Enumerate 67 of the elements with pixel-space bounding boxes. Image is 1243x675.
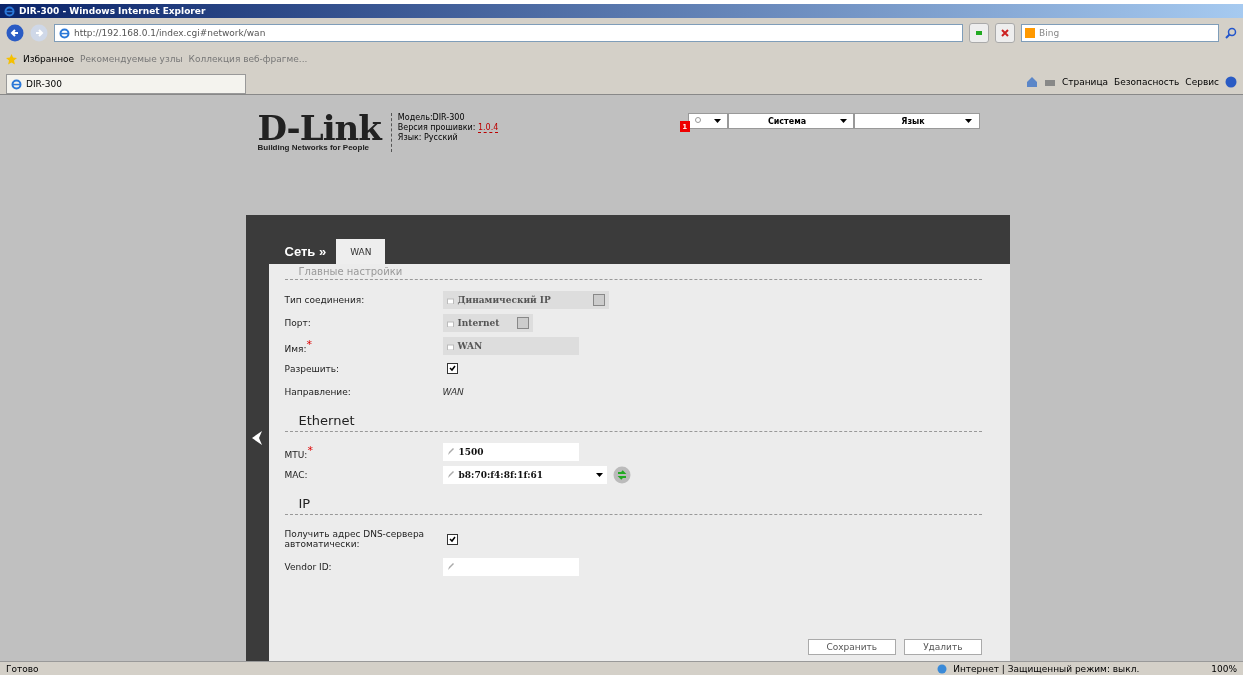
caret-icon: [713, 119, 721, 123]
browser-icon: [11, 78, 22, 90]
home-icon[interactable]: [1025, 76, 1038, 88]
logo-tagline: Building Networks for People: [257, 143, 371, 152]
mac-combo-field[interactable]: b8:70:f4:8f:1f:61: [442, 465, 607, 484]
zone-text: Интернет | Защищенный режим: выкл.: [953, 663, 1140, 674]
notification-badge: 1: [679, 121, 690, 132]
firmware-version: 1.0.4: [478, 123, 499, 133]
field-label: Разрешить:: [284, 363, 341, 374]
caret-icon: [839, 119, 847, 123]
field-label: MAC:: [284, 469, 309, 480]
close-icon: [1000, 28, 1010, 38]
search-field[interactable]: Bing: [1021, 24, 1219, 42]
command-menu[interactable]: Страница: [1061, 77, 1109, 87]
globe-icon: [937, 663, 948, 674]
lock-icon: [446, 295, 454, 304]
menu-dropdown[interactable]: Система: [727, 113, 854, 129]
search-icon[interactable]: [1225, 27, 1237, 39]
model-text: Модель:DIR-300: [397, 113, 466, 123]
pencil-icon: [446, 447, 455, 456]
form-button[interactable]: Удалить: [904, 639, 982, 655]
section-heading: IP: [284, 486, 982, 515]
refresh-button[interactable]: [969, 23, 989, 43]
star-icon: [6, 53, 17, 65]
menu-dropdown[interactable]: Язык: [853, 113, 980, 129]
browser-tab[interactable]: DIR-300: [6, 74, 246, 94]
browser-icon: [4, 5, 15, 17]
caret-icon: [595, 472, 603, 477]
form-button[interactable]: Сохранить: [807, 639, 897, 655]
field-label: Направление:: [284, 386, 352, 397]
section-heading: Главные настройки: [284, 264, 982, 280]
notifications-menu[interactable]: [687, 113, 728, 129]
favorites-button[interactable]: Избранное: [23, 54, 75, 64]
back-icon[interactable]: [6, 24, 24, 42]
language-text: Язык: Русский: [397, 133, 459, 143]
breadcrumb[interactable]: Сеть »: [284, 244, 327, 264]
browser-icon: [59, 27, 70, 39]
stop-button[interactable]: [995, 23, 1015, 43]
dropdown-icon: [516, 316, 529, 329]
command-menu[interactable]: Безопасность: [1114, 77, 1180, 87]
lock-icon: [446, 341, 454, 350]
collapse-arrow-icon[interactable]: [252, 431, 262, 445]
checkbox[interactable]: [446, 533, 458, 545]
firmware-label: Версия прошивки: 1.0.4: [397, 123, 499, 133]
field-label: Порт:: [284, 317, 312, 328]
status-text: Готово: [6, 663, 39, 674]
field-label: Получить адрес DNS-сервера автоматически:: [284, 529, 426, 549]
command-menu[interactable]: Сервис: [1185, 77, 1219, 87]
pencil-icon: [446, 562, 455, 571]
lock-icon: [446, 318, 454, 327]
logo: D-Link: [257, 113, 381, 143]
pencil-icon: [446, 470, 455, 479]
section-heading: Ethernet: [284, 403, 982, 432]
window-title: DIR-300 - Windows Internet Explorer: [19, 6, 206, 16]
checkbox[interactable]: [446, 363, 458, 374]
search-engine-icon: [1025, 28, 1035, 38]
input-field[interactable]: 1500: [442, 442, 579, 461]
zoom-control[interactable]: 100%: [1211, 663, 1237, 674]
dropdown-icon: [592, 293, 605, 306]
page-tab[interactable]: WAN: [336, 239, 386, 264]
refresh-icon[interactable]: [612, 465, 631, 484]
caret-icon: [965, 119, 973, 123]
field-label: Vendor ID:: [284, 561, 333, 572]
address-field[interactable]: http://192.168.0.1/index.cgi#network/wan: [54, 24, 963, 42]
input-field[interactable]: [442, 557, 579, 576]
field-value: WAN: [442, 386, 464, 397]
field-label: Тип соединения:: [284, 294, 366, 305]
